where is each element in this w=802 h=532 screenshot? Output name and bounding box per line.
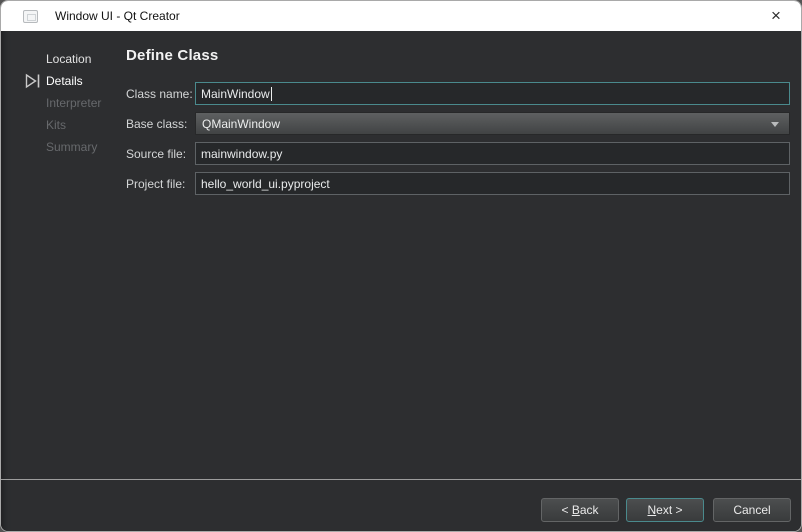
project-file-label: Project file: bbox=[126, 177, 195, 191]
base-class-row: Base class: QMainWindow bbox=[126, 112, 790, 135]
sidebar-item-details[interactable]: Details bbox=[46, 71, 83, 91]
chevron-down-icon bbox=[771, 122, 779, 127]
window-title: Window UI - Qt Creator bbox=[55, 9, 180, 23]
sidebar-item-interpreter: Interpreter bbox=[46, 93, 101, 113]
project-file-input[interactable] bbox=[195, 172, 790, 195]
class-name-label: Class name: bbox=[126, 87, 195, 101]
current-step-arrow-icon bbox=[24, 73, 42, 89]
next-button[interactable]: Next > bbox=[626, 498, 704, 522]
page-title: Define Class bbox=[126, 47, 218, 64]
titlebar: Window UI - Qt Creator × bbox=[1, 1, 801, 31]
wizard-dialog: Window UI - Qt Creator × Location Detail… bbox=[0, 0, 802, 532]
class-name-row: Class name: MainWindow bbox=[126, 82, 790, 105]
project-file-row: Project file: bbox=[126, 172, 790, 195]
base-class-label: Base class: bbox=[126, 117, 195, 131]
footer-separator bbox=[1, 479, 801, 480]
class-name-value: MainWindow bbox=[201, 87, 270, 101]
source-file-row: Source file: bbox=[126, 142, 790, 165]
dialog-body: Location Details Interpreter Kits Summar… bbox=[1, 31, 801, 531]
wizard-steps-sidebar: Location Details Interpreter Kits Summar… bbox=[1, 31, 123, 531]
close-icon[interactable]: × bbox=[763, 3, 789, 29]
cancel-button[interactable]: Cancel bbox=[713, 498, 791, 522]
sidebar-item-summary: Summary bbox=[46, 137, 97, 157]
back-button[interactable]: < Back bbox=[541, 498, 619, 522]
sidebar-item-location[interactable]: Location bbox=[46, 49, 91, 69]
app-icon bbox=[23, 10, 38, 23]
base-class-selected-value: QMainWindow bbox=[202, 117, 280, 131]
source-file-input[interactable] bbox=[195, 142, 790, 165]
class-name-input[interactable]: MainWindow bbox=[195, 82, 790, 105]
sidebar-item-kits: Kits bbox=[46, 115, 66, 135]
base-class-dropdown[interactable]: QMainWindow bbox=[195, 112, 790, 135]
text-caret bbox=[271, 87, 272, 101]
source-file-label: Source file: bbox=[126, 147, 195, 161]
